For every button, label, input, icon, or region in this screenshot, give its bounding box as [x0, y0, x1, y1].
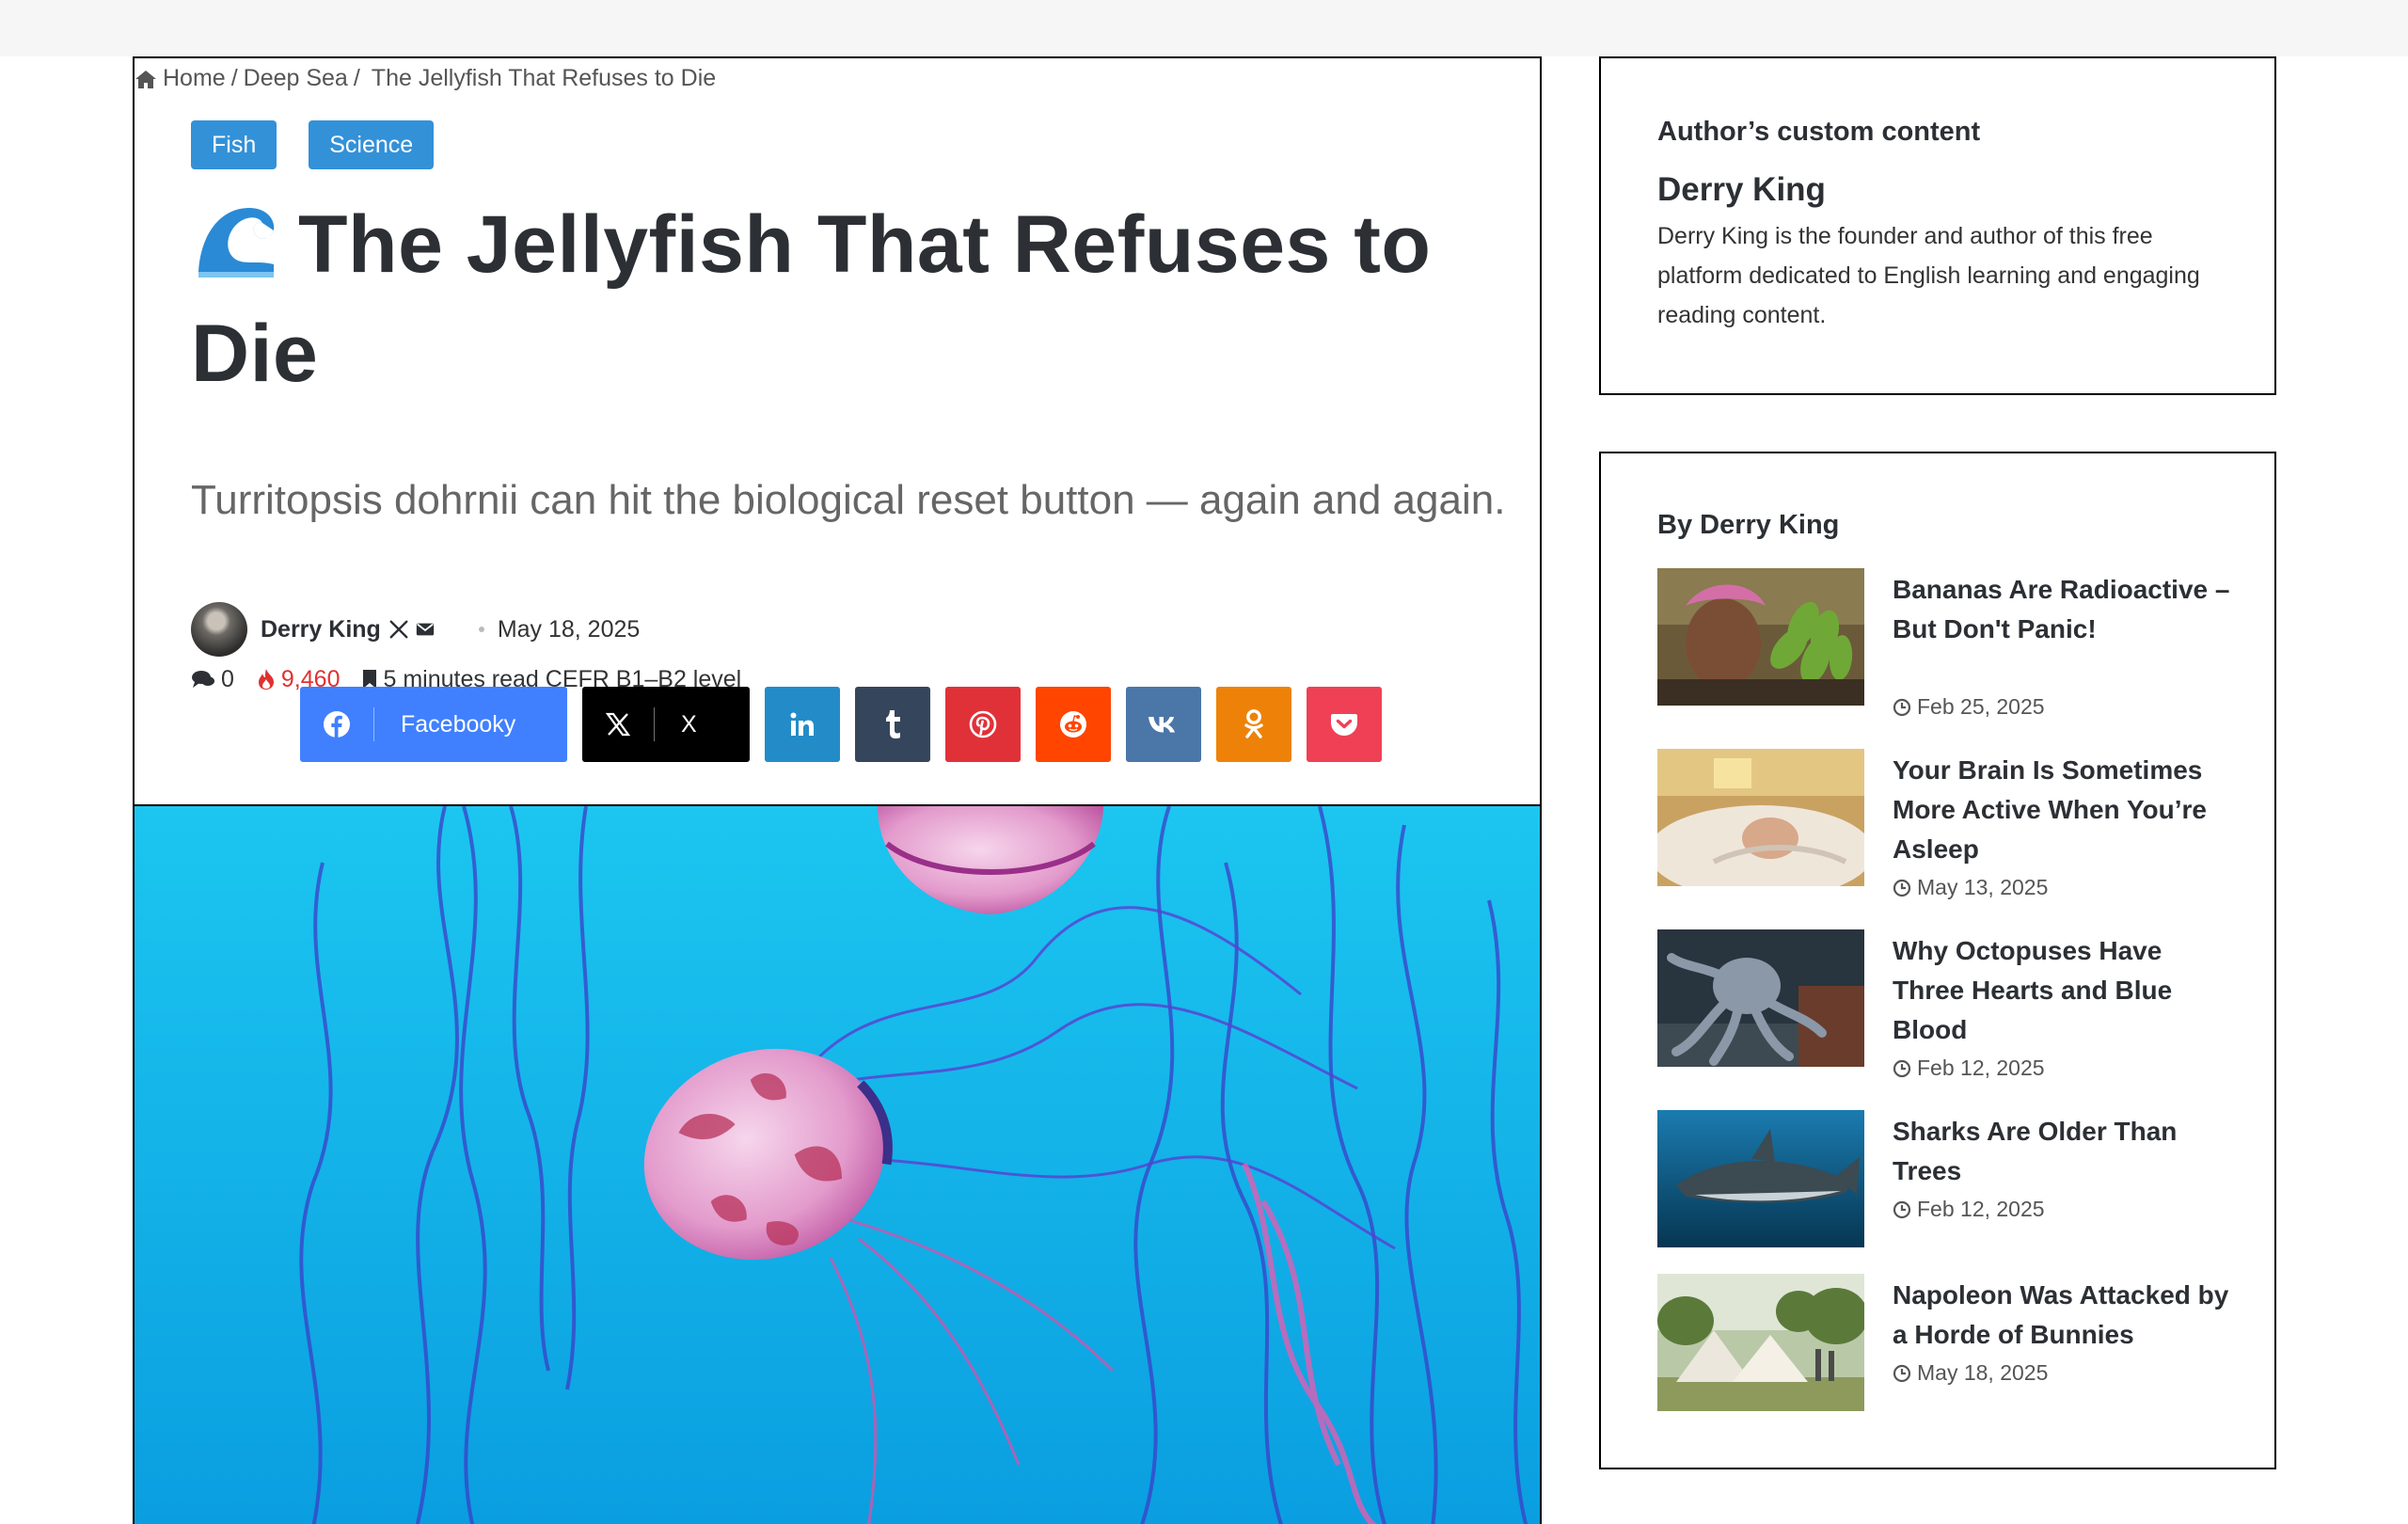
- post-date: Feb 25, 2025: [1893, 694, 2045, 720]
- post-thumbnail[interactable]: [1657, 929, 1864, 1067]
- share-pocket-button[interactable]: [1307, 687, 1382, 762]
- share-linkedin-button[interactable]: [765, 687, 840, 762]
- author-posts-widget-title: By Derry King: [1657, 510, 1840, 540]
- article-column: Home / Deep Sea / The Jellyfish That Ref…: [133, 56, 1542, 1524]
- share-vk-button[interactable]: [1126, 687, 1201, 762]
- share-reddit-button[interactable]: [1036, 687, 1111, 762]
- article-date: May 18, 2025: [497, 615, 641, 643]
- share-facebook-button[interactable]: Facebooky: [300, 687, 567, 762]
- breadcrumb: Home / Deep Sea / The Jellyfish That Ref…: [135, 65, 716, 92]
- author-content-text: Derry King is the founder and author of …: [1657, 223, 2200, 328]
- meta-dot: [478, 627, 484, 632]
- post-date: Feb 12, 2025: [1893, 1056, 2045, 1081]
- article-meta: Derry King May 18, 2025: [191, 602, 640, 657]
- share-divider: [654, 707, 655, 741]
- comments-count-text: 0: [221, 665, 234, 692]
- article-title-text: The Jellyfish That Refuses to Die: [191, 199, 1432, 399]
- post-thumbnail[interactable]: [1657, 1110, 1864, 1247]
- wave-emoji-icon: [198, 208, 275, 278]
- post-title-link[interactable]: Sharks Are Older Than Trees: [1893, 1112, 2241, 1191]
- share-tumblr-button[interactable]: [855, 687, 930, 762]
- linkedin-icon: [790, 712, 814, 736]
- x-logo-icon: [605, 712, 631, 737]
- share-odnoklassniki-button[interactable]: [1216, 687, 1291, 762]
- category-tags: Fish Science: [191, 120, 435, 169]
- top-bar: [0, 0, 2408, 56]
- pinterest-icon: [969, 710, 997, 738]
- author-name-link[interactable]: Derry King: [261, 616, 381, 643]
- clock-icon: [1893, 698, 1911, 716]
- post-item[interactable]: Bananas Are Radioactive – But Don't Pani…: [1657, 568, 2241, 719]
- author-posts-widget: By Derry King Bananas Are Radioactive – …: [1599, 452, 2276, 1469]
- post-thumbnail[interactable]: [1657, 1274, 1864, 1411]
- post-date-text: Feb 12, 2025: [1917, 1197, 2045, 1221]
- post-item[interactable]: Why Octopuses Have Three Hearts and Blue…: [1657, 929, 2241, 1080]
- clock-icon: [1893, 879, 1911, 897]
- clock-icon: [1893, 1059, 1911, 1077]
- jellyfish-image: [135, 806, 1540, 1524]
- post-date-text: May 13, 2025: [1917, 875, 2049, 899]
- category-fish-tag[interactable]: Fish: [191, 120, 277, 169]
- fire-icon: [258, 669, 274, 690]
- clock-icon: [1893, 1364, 1911, 1382]
- odnoklassniki-icon: [1244, 709, 1263, 738]
- breadcrumb-section-link[interactable]: Deep Sea: [244, 65, 348, 92]
- post-date-text: Feb 12, 2025: [1917, 1056, 2045, 1080]
- reddit-icon: [1060, 711, 1086, 738]
- post-title-link[interactable]: Bananas Are Radioactive – But Don't Pani…: [1893, 570, 2241, 649]
- x-icon[interactable]: [388, 619, 409, 640]
- breadcrumb-home-link[interactable]: Home: [163, 65, 226, 92]
- share-x-label: X: [681, 710, 697, 738]
- author-content-heading: Derry King: [1657, 171, 1826, 208]
- post-item[interactable]: Your Brain Is Sometimes More Active When…: [1657, 749, 2241, 899]
- post-date-text: May 18, 2025: [1917, 1360, 2049, 1385]
- article-subtitle: Turritopsis dohrnii can hit the biologic…: [191, 477, 1506, 523]
- comments-count[interactable]: 0: [191, 666, 234, 693]
- post-date: Feb 12, 2025: [1893, 1197, 2045, 1222]
- breadcrumb-separator: /: [353, 65, 360, 91]
- post-title-link[interactable]: Napoleon Was Attacked by a Horde of Bunn…: [1893, 1276, 2241, 1355]
- category-science-tag[interactable]: Science: [309, 120, 435, 169]
- post-title-link[interactable]: Your Brain Is Sometimes More Active When…: [1893, 751, 2241, 869]
- article-title: The Jellyfish That Refuses to Die: [191, 190, 1508, 408]
- post-thumbnail[interactable]: [1657, 568, 1864, 706]
- post-item[interactable]: Sharks Are Older Than Trees Feb 12, 2025: [1657, 1110, 2241, 1251]
- pocket-icon: [1331, 714, 1357, 736]
- clock-icon: [1893, 1200, 1911, 1218]
- facebook-icon: [324, 711, 350, 738]
- post-date: May 13, 2025: [1893, 875, 2048, 900]
- post-date-text: Feb 25, 2025: [1917, 694, 2045, 719]
- post-item[interactable]: Napoleon Was Attacked by a Horde of Bunn…: [1657, 1274, 2241, 1415]
- share-pinterest-button[interactable]: [945, 687, 1021, 762]
- post-title-link[interactable]: Why Octopuses Have Three Hearts and Blue…: [1893, 931, 2241, 1050]
- hero-image: [135, 804, 1540, 1524]
- home-icon: [135, 70, 156, 88]
- post-thumbnail[interactable]: [1657, 749, 1864, 886]
- share-buttons: Facebooky X: [300, 687, 1382, 762]
- breadcrumb-current: The Jellyfish That Refuses to Die: [371, 65, 717, 91]
- share-facebook-label: Facebooky: [401, 710, 516, 738]
- share-divider: [373, 707, 374, 741]
- email-icon[interactable]: [415, 619, 436, 640]
- author-avatar[interactable]: [191, 602, 247, 657]
- share-x-button[interactable]: X: [582, 687, 750, 762]
- author-content-widget: Author’s custom content Derry King Derry…: [1599, 56, 2276, 395]
- vk-icon: [1149, 717, 1175, 733]
- breadcrumb-separator: /: [230, 65, 238, 91]
- author-content-widget-title: Author’s custom content: [1657, 117, 1981, 147]
- post-date: May 18, 2025: [1893, 1360, 2048, 1386]
- comments-icon: [192, 671, 214, 688]
- tumblr-icon: [886, 710, 900, 738]
